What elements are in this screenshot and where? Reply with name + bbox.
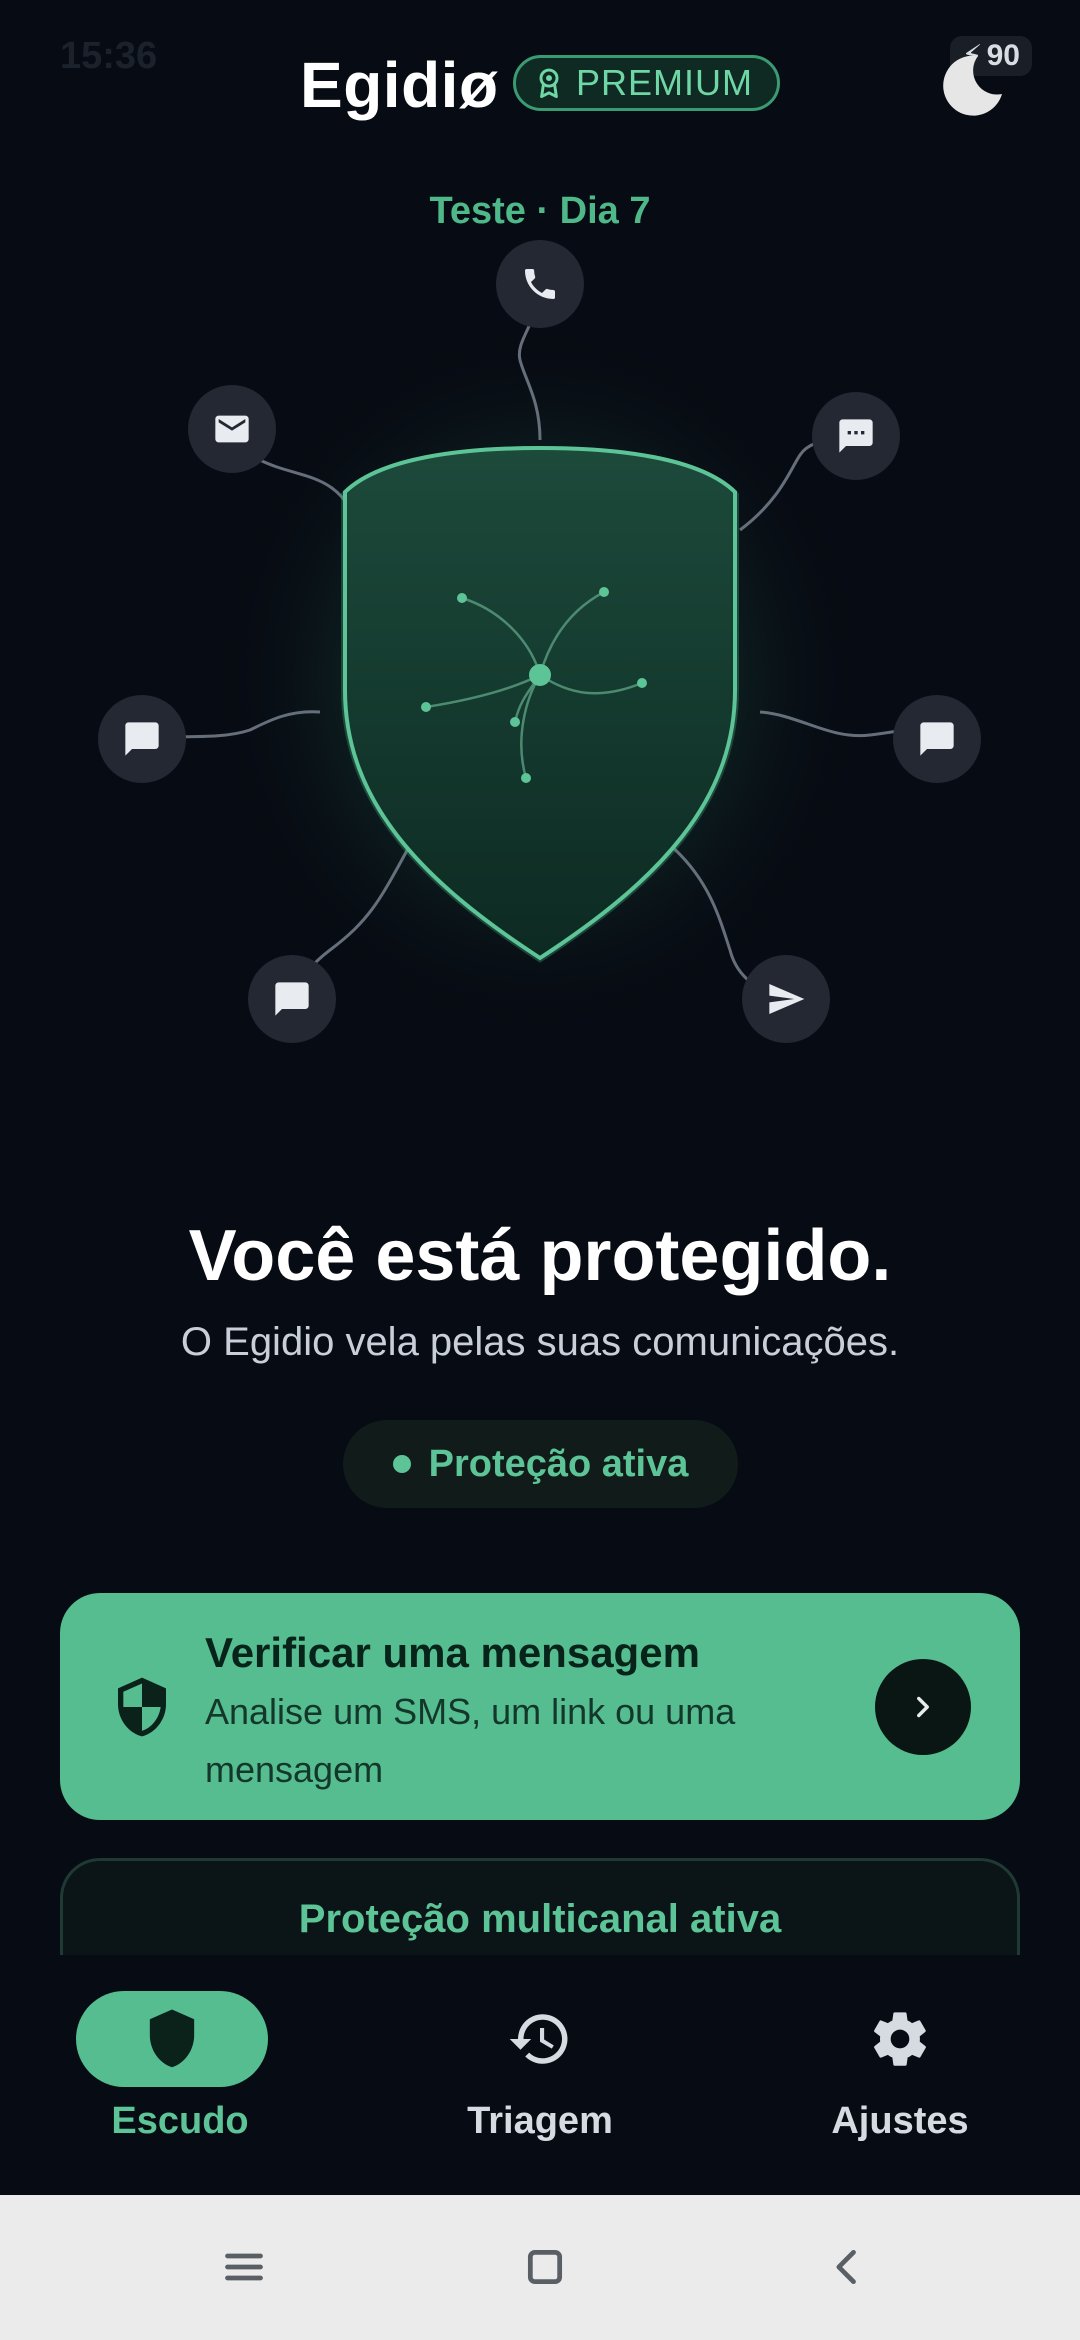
premium-badge: PREMIUM (513, 55, 780, 111)
message-icon (125, 722, 159, 756)
shield-check-icon (118, 1677, 166, 1737)
email-icon (215, 415, 249, 443)
protection-status-label: Proteção ativa (428, 1442, 689, 1485)
nav-item-ajustes[interactable]: Ajustes (720, 1955, 1080, 2195)
send-channel-node (742, 955, 830, 1043)
verify-message-card[interactable]: Verificar uma mensagem Analise um SMS, u… (60, 1593, 1020, 1820)
status-bar-left: 15:36 (60, 34, 158, 77)
chat-channel-node (812, 392, 900, 480)
status-time: 15:36 (60, 34, 158, 77)
nav-item-triagem[interactable]: Triagem (360, 1955, 720, 2195)
menu-icon[interactable] (222, 2245, 266, 2289)
phone-channel-node (496, 240, 584, 328)
phone-icon (525, 269, 555, 299)
chevron-right-icon (917, 1696, 929, 1718)
shield-illustration (0, 230, 1080, 1090)
nav-active-indicator (76, 1991, 268, 2087)
dark-mode-icon[interactable] (938, 50, 1008, 120)
protection-status-badge: Proteção ativa (343, 1420, 738, 1508)
status-dot (392, 1455, 411, 1473)
message-icon (275, 982, 309, 1016)
email-channel-node (188, 385, 276, 473)
send-icon (769, 984, 805, 1014)
nav-label-ajustes: Ajustes (831, 2100, 969, 2142)
premium-badge-label: PREMIUM (576, 62, 753, 103)
message-channel-node-right (893, 695, 981, 783)
trial-label: Teste · Dia 7 (429, 190, 651, 232)
bottom-navigation: Escudo Triagem Ajustes (0, 1955, 1080, 2195)
app-title: Egidiø (300, 49, 499, 121)
protection-subtitle: O Egidio vela pelas suas comunicações. (180, 1320, 900, 1364)
verify-card-description: Analise um SMS, um link ou uma mensagem (205, 1691, 736, 1790)
verify-card-arrow-button[interactable] (875, 1659, 971, 1755)
gear-icon (852, 1991, 948, 2087)
award-icon (539, 68, 559, 99)
message-channel-node-left (98, 695, 186, 783)
nav-label-triagem: Triagem (467, 2100, 613, 2142)
chat-dots-icon (839, 419, 873, 453)
history-icon (492, 1991, 588, 2087)
message-channel-node-bottom (248, 955, 336, 1043)
system-navigation-bar (0, 2195, 1080, 2340)
shield-icon (149, 2009, 195, 2068)
protection-headline: Você está protegido. (188, 1216, 892, 1296)
nav-item-escudo[interactable]: Escudo (0, 1955, 360, 2195)
back-icon[interactable] (826, 2245, 870, 2289)
home-icon[interactable] (523, 2245, 567, 2289)
message-icon (920, 722, 954, 756)
multichannel-card-title: Proteção multicanal ativa (298, 1897, 782, 1941)
verify-card-title: Verificar uma mensagem (205, 1629, 700, 1676)
nav-label-escudo: Escudo (111, 2100, 249, 2142)
